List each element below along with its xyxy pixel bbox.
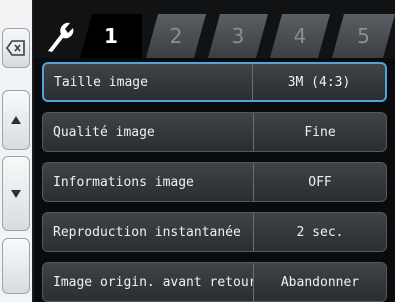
menu-row-original-image[interactable]: Image origin. avant retour Abandonner: [42, 262, 387, 302]
row-value: 2 sec.: [253, 213, 386, 251]
settings-panel: Taille image 3M (4:3) Qualité image Fine…: [34, 58, 395, 302]
row-value: Fine: [253, 113, 386, 151]
tab-2[interactable]: 2: [146, 14, 206, 58]
back-button[interactable]: [2, 28, 30, 68]
tab-bar: 1 2 3 4 5: [34, 0, 395, 60]
tab-1[interactable]: 1: [80, 14, 142, 58]
row-label: Qualité image: [53, 124, 155, 140]
tab-3[interactable]: 3: [208, 14, 268, 58]
wrench-icon: [48, 22, 74, 52]
tab-label: 2: [169, 24, 183, 48]
menu-row-image-size[interactable]: Taille image 3M (4:3): [42, 62, 387, 102]
menu-row-image-info[interactable]: Informations image OFF: [42, 162, 387, 202]
menu-row-instant-review[interactable]: Reproduction instantanée 2 sec.: [42, 212, 387, 252]
left-rail: [0, 0, 32, 302]
row-label: Image origin. avant retour: [53, 274, 253, 290]
row-label: Reproduction instantanée: [53, 224, 241, 240]
rail-blank-button[interactable]: [2, 238, 30, 294]
row-value: 3M (4:3): [252, 64, 385, 100]
tab-4[interactable]: 4: [270, 14, 330, 58]
row-label: Informations image: [53, 174, 194, 190]
scroll-up-button[interactable]: [2, 90, 30, 150]
arrow-down-icon: [11, 189, 21, 198]
tab-label: 1: [104, 24, 118, 48]
backspace-icon: [6, 40, 25, 56]
tab-label: 3: [231, 24, 245, 48]
tab-label: 5: [357, 24, 370, 48]
menu-row-image-quality[interactable]: Qualité image Fine: [42, 112, 387, 152]
tab-settings[interactable]: [42, 16, 76, 56]
row-label: Taille image: [54, 74, 148, 90]
row-value: OFF: [253, 163, 386, 201]
arrow-up-icon: [11, 116, 21, 124]
tab-label: 4: [293, 24, 307, 48]
scroll-down-button[interactable]: [2, 156, 30, 231]
row-value: Abandonner: [253, 263, 386, 301]
tab-5[interactable]: 5: [332, 14, 395, 58]
